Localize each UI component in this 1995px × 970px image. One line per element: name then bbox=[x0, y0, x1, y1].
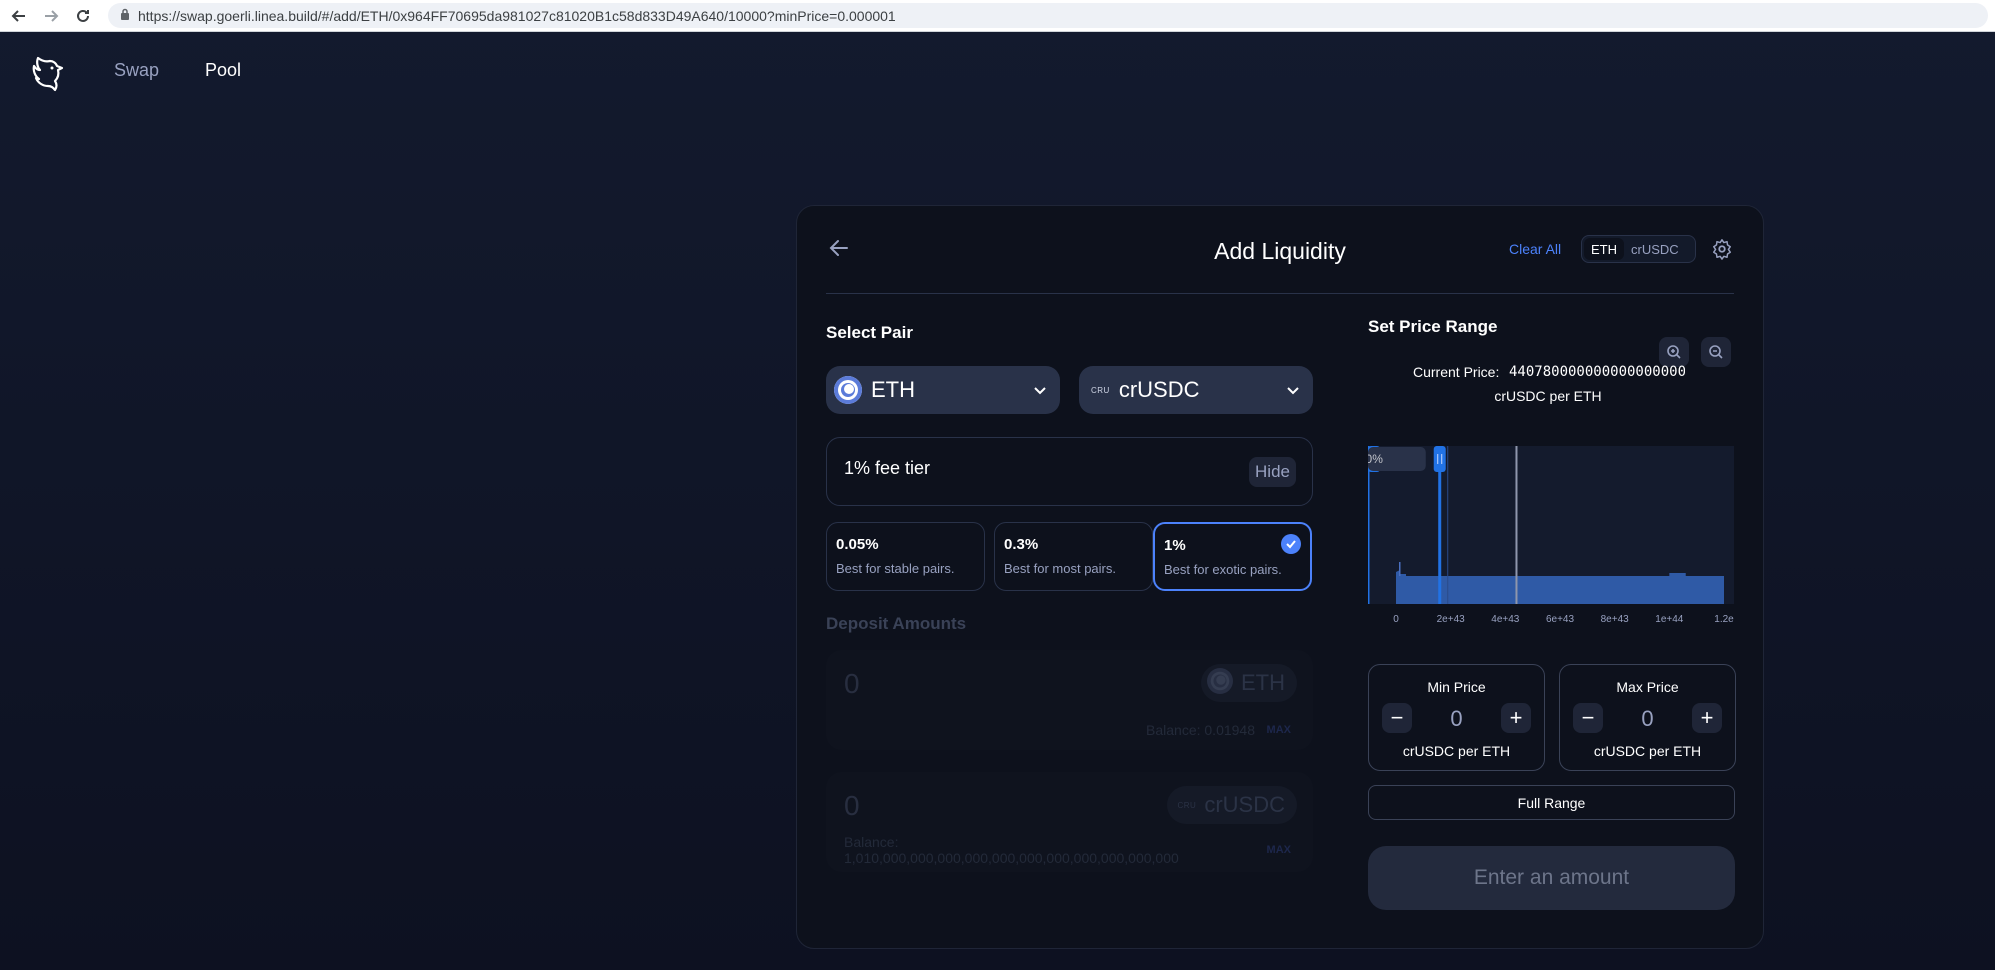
current-price-unit: crUSDC per ETH bbox=[1494, 388, 1602, 404]
x-tick-label: 1.2e bbox=[1714, 614, 1734, 625]
deposit-eth-balance: Balance: 0.01948 bbox=[1146, 722, 1255, 738]
select-pair-title: Select Pair bbox=[826, 323, 913, 342]
fee-option-1[interactable]: 1% Best for exotic pairs. bbox=[1153, 522, 1312, 591]
balance-value: 1,010,000,000,000,000,000,000,000,000,00… bbox=[844, 850, 1179, 866]
fee-option-005[interactable]: 0.05% Best for stable pairs. bbox=[826, 522, 985, 591]
deposit-crusdc-token: CRU crUSDC bbox=[1167, 786, 1297, 824]
forward-icon[interactable] bbox=[38, 3, 64, 29]
deposit-eth-symbol: ETH bbox=[1241, 670, 1285, 695]
full-range-button[interactable]: Full Range bbox=[1368, 785, 1735, 820]
current-price-label: Current Price: bbox=[1413, 364, 1500, 380]
deposit-eth-max-button[interactable]: MAX bbox=[1267, 724, 1291, 736]
add-liquidity-card: Add Liquidity Clear All ETH crUSDC Selec… bbox=[796, 205, 1764, 949]
clear-all-button[interactable]: Clear All bbox=[1509, 241, 1561, 257]
deposit-crusdc-max-button[interactable]: MAX bbox=[1267, 844, 1291, 856]
max-price-box: Max Price − 0 + crUSDC per ETH bbox=[1559, 664, 1736, 771]
toggle-eth[interactable]: ETH bbox=[1584, 238, 1624, 260]
enter-amount-button[interactable]: Enter an amount bbox=[1368, 846, 1735, 910]
liquidity-spike bbox=[1399, 562, 1401, 576]
chevron-down-icon bbox=[1032, 382, 1048, 398]
gear-icon[interactable] bbox=[1711, 238, 1733, 260]
set-price-range-title: Set Price Range bbox=[1368, 317, 1498, 336]
fee-option-pct: 0.05% bbox=[836, 536, 879, 553]
fee-option-desc: Best for exotic pairs. bbox=[1164, 562, 1282, 577]
hide-fee-options-button[interactable]: Hide bbox=[1249, 457, 1296, 487]
min-price-title: Min Price bbox=[1427, 679, 1486, 695]
min-price-box: Min Price − 0 + crUSDC per ETH bbox=[1368, 664, 1545, 771]
token-b-label: crUSDC bbox=[1118, 377, 1200, 402]
deposit-crusdc-input[interactable]: 0 bbox=[844, 790, 860, 822]
zoom-out-icon[interactable] bbox=[1701, 337, 1731, 367]
current-price-value: 4407800000000000000000000000000000000000… bbox=[1509, 364, 1685, 380]
x-tick-label: 1e+44 bbox=[1655, 614, 1684, 625]
fee-tier-box: 1% fee tier Hide bbox=[826, 437, 1313, 506]
nav-swap-link[interactable]: Swap bbox=[114, 60, 159, 81]
unicorn-logo-icon[interactable] bbox=[30, 54, 66, 94]
fee-option-desc: Best for stable pairs. bbox=[836, 561, 955, 576]
deposit-crusdc-balance: Balance: 1,010,000,000,000,000,000,000,0… bbox=[844, 834, 1179, 866]
deposit-eth-token: ETH bbox=[1201, 664, 1297, 702]
deposit-eth-input[interactable]: 0 bbox=[844, 668, 860, 700]
check-icon bbox=[1281, 534, 1301, 554]
eth-token-icon bbox=[1207, 667, 1233, 699]
min-price-unit: crUSDC per ETH bbox=[1402, 743, 1511, 759]
chevron-down-icon bbox=[1285, 382, 1301, 398]
fee-option-03[interactable]: 0.3% Best for most pairs. bbox=[994, 522, 1153, 591]
max-price-unit: crUSDC per ETH bbox=[1593, 743, 1702, 759]
x-tick-label: 8e+43 bbox=[1601, 614, 1630, 625]
x-tick-label: 4e+43 bbox=[1491, 614, 1520, 625]
token-toggle[interactable]: ETH crUSDC bbox=[1581, 235, 1696, 263]
liquidity-chart[interactable]: -63%110%02e+434e+436e+438e+431e+441.2e bbox=[1368, 446, 1734, 626]
zoom-in-icon[interactable] bbox=[1659, 337, 1689, 367]
browser-toolbar: https://swap.goerli.linea.build/#/add/ET… bbox=[0, 0, 1995, 32]
crusdc-token-icon: CRU bbox=[1091, 385, 1110, 395]
balance-label: Balance: bbox=[844, 834, 899, 850]
toggle-crusdc[interactable]: crUSDC bbox=[1624, 238, 1686, 260]
x-tick-label: 0 bbox=[1393, 614, 1399, 625]
max-price-title: Max Price bbox=[1616, 679, 1679, 695]
crusdc-token-icon: CRU bbox=[1177, 800, 1197, 810]
reload-icon[interactable] bbox=[70, 3, 96, 29]
token-b-select[interactable]: CRU crUSDC bbox=[1079, 366, 1313, 414]
eth-token-icon bbox=[834, 376, 862, 404]
x-tick-label: 2e+43 bbox=[1437, 614, 1466, 625]
fee-option-pct: 1% bbox=[1164, 537, 1186, 554]
token-a-select[interactable]: ETH bbox=[826, 366, 1060, 414]
max-price-increment-button[interactable]: + bbox=[1692, 703, 1722, 733]
url-text: https://swap.goerli.linea.build/#/add/ET… bbox=[138, 7, 896, 24]
fee-option-pct: 0.3% bbox=[1004, 536, 1039, 553]
deposit-eth-box: 0 ETH Balance: 0.01948 MAX bbox=[826, 650, 1313, 750]
deposit-amounts-title: Deposit Amounts bbox=[826, 614, 967, 633]
x-tick-label: 6e+43 bbox=[1546, 614, 1575, 625]
lower-handle-grip bbox=[1433, 446, 1446, 472]
fee-tier-label: 1% fee tier bbox=[844, 458, 931, 478]
header-divider bbox=[826, 293, 1734, 294]
back-icon[interactable] bbox=[6, 3, 32, 29]
upper-percent-label: 110% bbox=[1368, 452, 1383, 466]
fee-option-desc: Best for most pairs. bbox=[1004, 561, 1116, 576]
deposit-crusdc-symbol: crUSDC bbox=[1204, 792, 1285, 817]
lock-icon bbox=[120, 7, 130, 25]
deposit-crusdc-box: 0 CRU crUSDC Balance: 1,010,000,000,000,… bbox=[826, 772, 1313, 872]
nav-pool-link[interactable]: Pool bbox=[205, 60, 241, 81]
token-a-label: ETH bbox=[871, 377, 915, 402]
min-price-increment-button[interactable]: + bbox=[1501, 703, 1531, 733]
address-bar[interactable]: https://swap.goerli.linea.build/#/add/ET… bbox=[108, 3, 1988, 28]
